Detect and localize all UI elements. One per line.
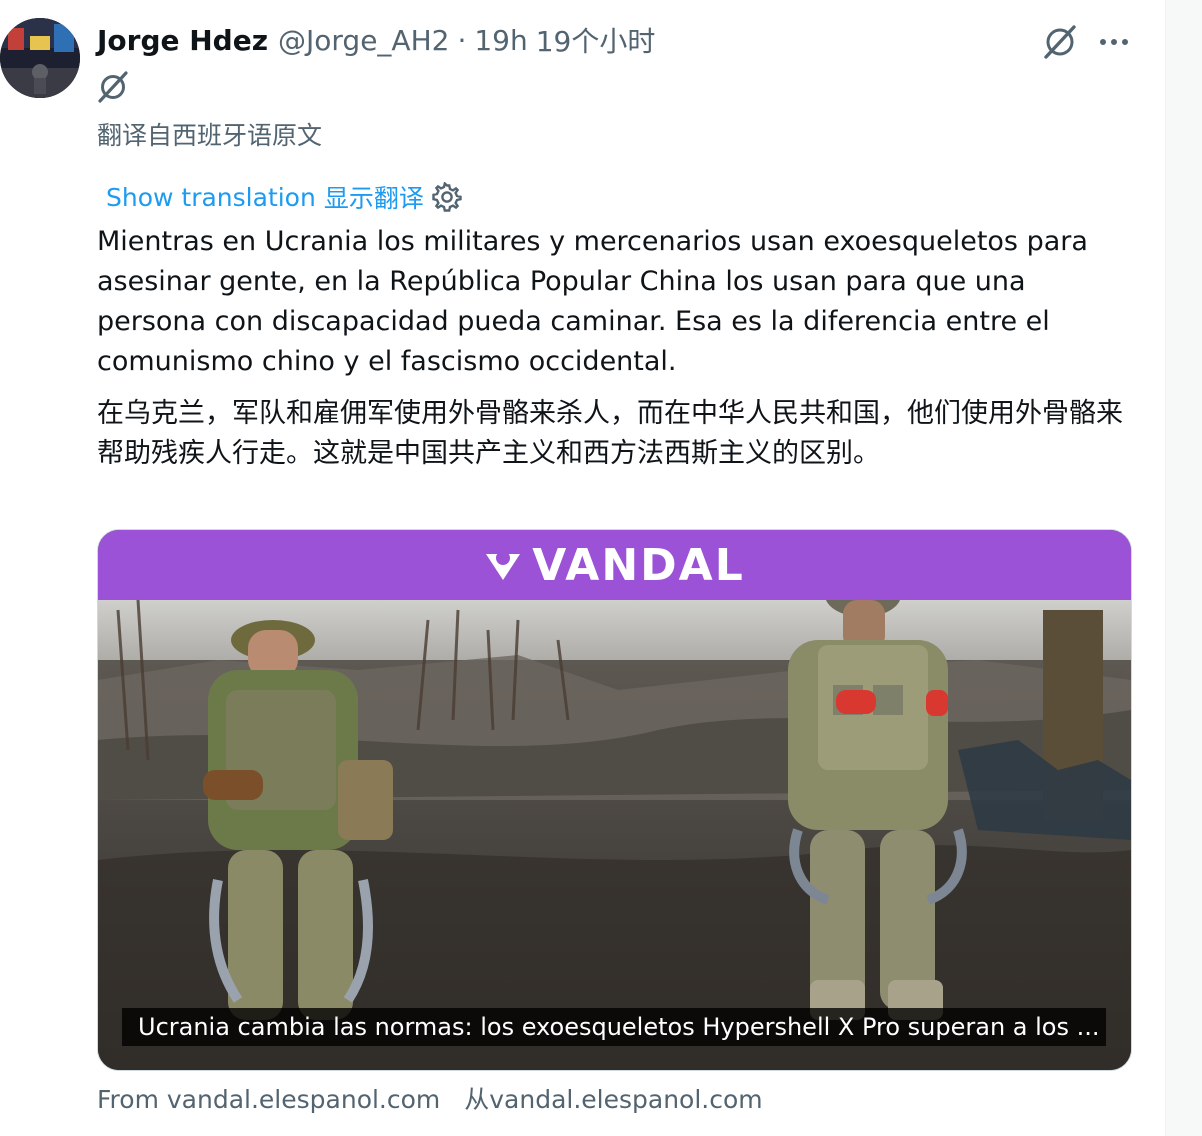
grok-icon <box>98 71 128 103</box>
more-options-icon <box>1100 39 1128 45</box>
user-handle[interactable]: @Jorge_AH2 <box>278 24 449 57</box>
vandal-logo-icon <box>486 551 521 580</box>
grok-icon <box>1044 25 1076 59</box>
show-translation-link[interactable]: Show translation <box>106 183 316 212</box>
separator-dot: · <box>457 23 467 57</box>
translated-from-label: 翻译自西班牙语原文 <box>97 121 323 150</box>
tweet: Jorge Hdez @Jorge_AH2 · 19h 19个小时 翻译自西班牙… <box>0 0 1166 1136</box>
source-link[interactable]: From vandal.elespanol.com <box>97 1085 440 1114</box>
vandal-banner: VANDAL <box>98 530 1131 600</box>
display-name[interactable]: Jorge Hdez <box>97 24 268 57</box>
avatar[interactable] <box>0 18 80 98</box>
tweet-text-translated: 在乌克兰，军队和雇佣军使用外骨骼来杀人，而在中华人民共和国，他们使用外骨骼来帮助… <box>97 398 1123 469</box>
media-caption: Ucrania cambia las normas: los exoesquel… <box>122 1008 1106 1046</box>
timestamp[interactable]: 19h <box>474 24 527 57</box>
scrollbar-track[interactable] <box>1165 0 1202 1136</box>
grok-small-button[interactable] <box>96 70 130 104</box>
avatar-image <box>0 18 80 98</box>
grok-button[interactable] <box>1040 22 1080 62</box>
source-row[interactable]: From vandal.elespanol.com 从vandal.elespa… <box>97 1080 763 1116</box>
source-link-cn: 从vandal.elespanol.com <box>464 1085 763 1114</box>
timestamp-translated: 19个小时 <box>535 25 656 58</box>
soldiers-photo <box>98 573 1131 1070</box>
show-translation-row: Show translation 显示翻译 <box>106 180 462 214</box>
tweet-header: Jorge Hdez @Jorge_AH2 · 19h 19个小时 <box>97 22 656 59</box>
media-image <box>98 573 1131 1070</box>
tweet-text: Mientras en Ucrania los militares y merc… <box>97 226 1088 377</box>
vandal-brand-text: VANDAL <box>532 539 745 591</box>
show-translation-link-cn[interactable]: 显示翻译 <box>324 179 424 215</box>
translation-settings-button[interactable] <box>432 182 462 212</box>
gear-icon <box>432 182 462 212</box>
media-card[interactable]: VANDAL Ucrania cambia las normas: los ex… <box>97 529 1132 1071</box>
more-options-button[interactable] <box>1094 22 1134 62</box>
